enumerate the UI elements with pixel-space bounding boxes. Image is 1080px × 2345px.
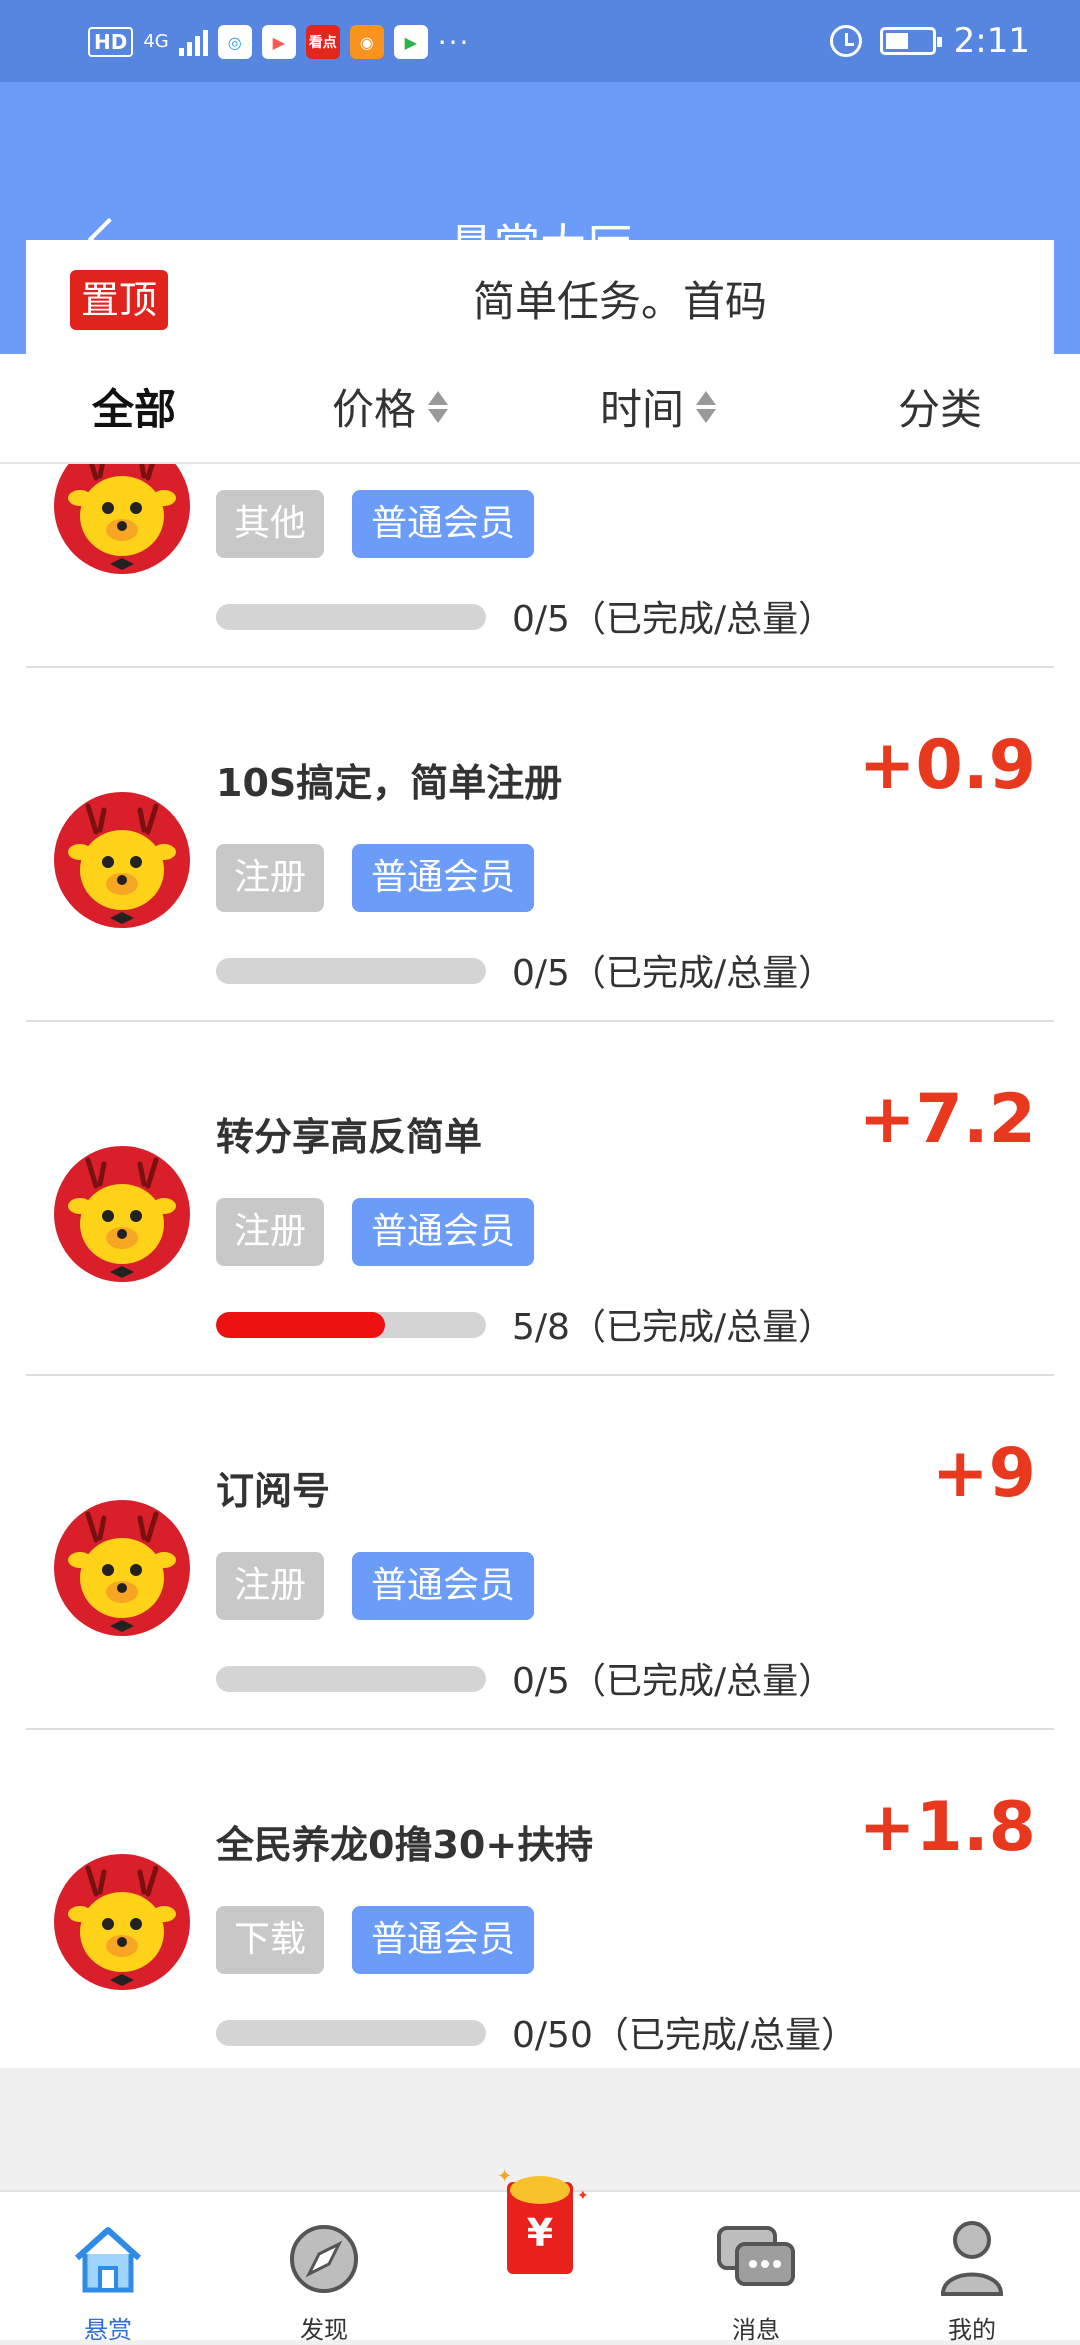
filter-label: 价格 [332,385,417,434]
progress-fill [216,1312,385,1338]
pinned-notice[interactable]: 置顶 简单任务。首码 [26,240,1054,354]
weibo-icon: ◉ [349,25,384,59]
category-tag: 注册 [216,844,324,912]
compass-icon [290,2225,358,2293]
category-tag: 注册 [216,1198,324,1266]
network-type: 4G [143,31,169,52]
pinned-badge: 置顶 [70,270,168,330]
reward-amount: +7.2 [858,1080,1036,1159]
sort-icon [696,390,717,423]
red-envelope-icon: ✦ ✦ ¥ [497,2166,589,2274]
level-tag: 普通会员 [352,1198,534,1266]
progress-bar [216,1312,486,1338]
more-notifications-icon: ··· [437,25,471,59]
avatar [54,1854,190,1990]
svg-text:✦: ✦ [577,2188,589,2204]
task-title: 10S搞定，简单注册 [216,761,563,805]
category-tag: 下载 [216,1906,324,1974]
progress-bar [216,1666,486,1692]
task-item[interactable]: 转分享高反简单 +7.2 注册 普通会员 5/8（已完成/总量） [0,1022,1080,1376]
reward-amount: +9 [931,1434,1036,1513]
nav-messages[interactable]: 消息 [666,2192,846,2344]
task-title: 订阅号 [216,1469,331,1513]
filter-tab-price[interactable]: 价格 [332,376,449,437]
svg-text:¥: ¥ [527,2211,553,2255]
task-item[interactable]: 全民养龙0撸30+扶持 +1.8 下载 普通会员 0/50（已完成/总量） [0,1730,1080,2068]
progress-bar [216,604,486,630]
level-tag: 普通会员 [352,490,534,558]
task-item[interactable]: 10S搞定，简单注册 +0.9 注册 普通会员 0/5（已完成/总量） [0,668,1080,1022]
signal-icon [178,28,208,56]
status-left: HD 4G ◎ ▶ 看点 ◉ ▶ ··· [88,22,470,62]
reward-amount: +1.8 [858,1788,1036,1867]
progress-bar [216,2020,486,2046]
progress-text: 0/5（已完成/总量） [512,953,835,994]
task-title: 全民养龙0撸30+扶持 [216,1823,594,1867]
status-bar: HD 4G ◎ ▶ 看点 ◉ ▶ ··· 2:11 [0,0,1080,82]
hd-indicator: HD [88,27,134,57]
reward-amount: +0.9 [858,726,1036,805]
filter-tab-time[interactable]: 时间 [600,376,717,437]
filter-label: 时间 [600,385,685,434]
clock: 2:11 [953,21,1030,61]
filter-tab-category[interactable]: 分类 [898,376,982,437]
play-icon: ▶ [393,25,428,59]
filter-label: 分类 [898,385,983,434]
nav-reward[interactable]: 悬赏 [18,2192,198,2344]
progress-text: 0/5（已完成/总量） [512,1661,835,1702]
task-item[interactable]: 其他 普通会员 0/5（已完成/总量） [0,464,1080,668]
user-icon [940,2221,1004,2296]
avatar [54,1500,190,1636]
avatar [54,792,190,928]
kandian-icon: 看点 [305,25,340,59]
sort-icon [428,390,449,423]
task-list[interactable]: 其他 普通会员 0/5（已完成/总量） 10S搞定，简单注册 +0.9 注册 普… [0,464,1080,2068]
progress-bar [216,958,486,984]
chat-icon [717,2226,795,2286]
home-icon [74,2227,142,2293]
progress-text: 0/50（已完成/总量） [512,2015,857,2056]
level-tag: 普通会员 [352,1906,534,1974]
bottom-nav: 悬赏 发现 ✦ ✦ ¥ 消息 我的 [0,2166,1080,2344]
avatar [54,464,190,574]
category-tag: 注册 [216,1552,324,1620]
notice-text: 简单任务。首码 [472,277,767,326]
battery-icon [879,27,942,55]
filter-label: 全部 [92,385,177,434]
progress-text: 5/8（已完成/总量） [512,1307,835,1348]
nav-discover[interactable]: 发现 [234,2192,414,2344]
task-title: 转分享高反简单 [216,1115,483,1159]
category-tag: 其他 [216,490,324,558]
nav-red-envelope[interactable]: ✦ ✦ ¥ [450,2166,630,2342]
task-item[interactable]: 订阅号 +9 注册 普通会员 0/5（已完成/总量） [0,1376,1080,1730]
alarm-icon [829,25,862,57]
progress-text: 0/5（已完成/总量） [512,599,835,640]
level-tag: 普通会员 [352,1552,534,1620]
avatar [54,1146,190,1282]
nav-me[interactable]: 我的 [882,2192,1062,2344]
level-tag: 普通会员 [352,844,534,912]
qq-browser-icon: ◎ [217,25,252,59]
filter-bar: 全部 价格 时间 分类 [0,354,1080,464]
video-play-icon: ▶ [261,25,296,59]
filter-tab-all[interactable]: 全部 [92,376,176,437]
status-right: 2:11 [829,16,1030,66]
